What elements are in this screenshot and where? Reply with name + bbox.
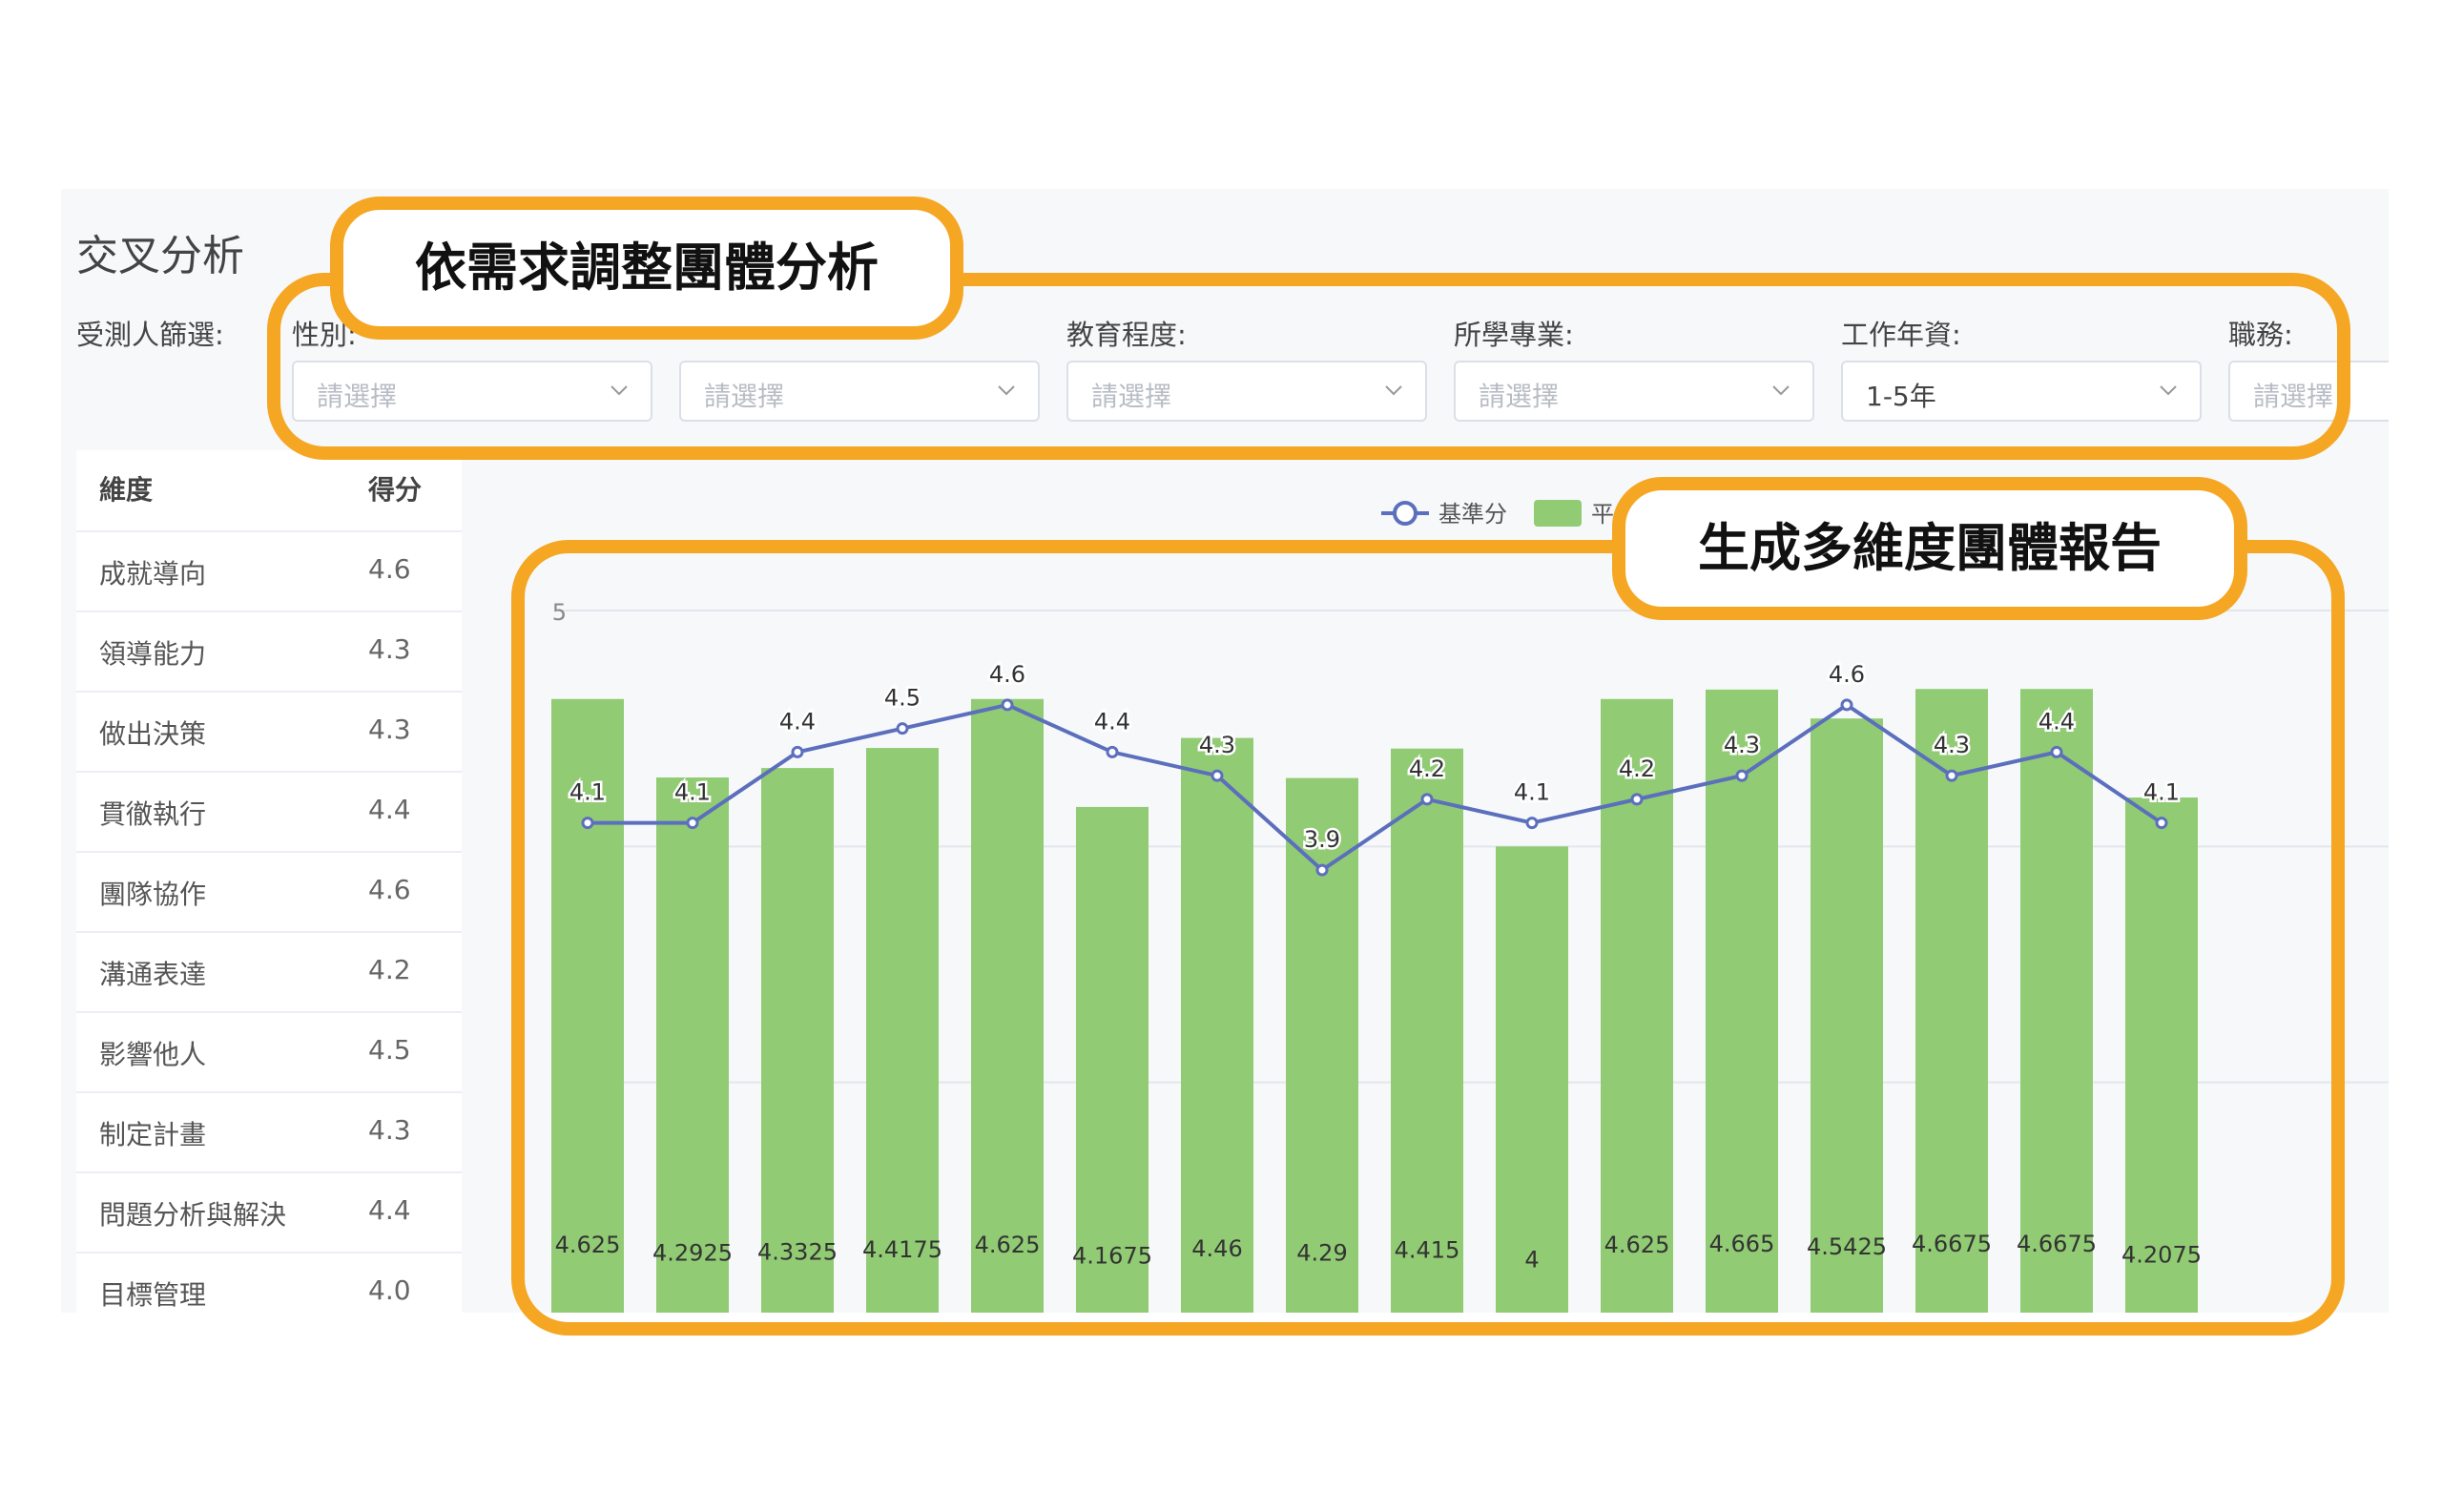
report-callout: 生成多維度團體報告 — [1612, 477, 2247, 620]
legend-bar-swatch — [1534, 500, 1582, 527]
table-row: 貫徹執行 4.4 — [76, 771, 462, 851]
score-cell: 4.3 — [368, 633, 411, 665]
legend-line-marker — [1393, 501, 1418, 526]
dimension-cell: 溝通表達 — [99, 959, 207, 990]
dimension-cell: 成就導向 — [99, 558, 207, 590]
score-cell: 4.6 — [368, 874, 411, 905]
score-cell: 4.6 — [368, 553, 411, 585]
score-cell: 4.3 — [368, 1114, 411, 1146]
dimension-column-header: 維度 — [99, 474, 154, 506]
score-column-header: 得分 — [368, 474, 423, 506]
table-row: 領導能力 4.3 — [76, 611, 462, 691]
table-row: 制定計畫 4.3 — [76, 1091, 462, 1171]
score-cell: 4.2 — [368, 954, 411, 985]
dimension-cell: 貫徹執行 — [99, 798, 207, 830]
legend-label: 基準分 — [1438, 501, 1507, 528]
table-row: 成就導向 4.6 — [76, 530, 462, 611]
dimension-cell: 制定計畫 — [99, 1119, 207, 1150]
table-row: 團隊協作 4.6 — [76, 851, 462, 931]
score-cell: 4.3 — [368, 714, 411, 745]
legend-label: 平 — [1591, 501, 1614, 528]
score-cell: 4.4 — [368, 794, 411, 825]
dimension-cell: 問題分析與解決 — [99, 1199, 287, 1231]
dimension-cell: 做出決策 — [99, 718, 207, 750]
dimension-score-table: 維度 得分 成就導向 4.6 領導能力 4.3 做出決策 4.3 貫徹執行 4.… — [76, 450, 462, 1313]
filter-callout: 依需求調整團體分析 — [330, 197, 963, 340]
page-title: 交叉分析 — [76, 232, 244, 280]
table-row: 溝通表達 4.2 — [76, 931, 462, 1011]
dimension-cell: 領導能力 — [99, 638, 207, 670]
score-cell: 4.4 — [368, 1194, 411, 1226]
dimension-cell: 影響他人 — [99, 1039, 207, 1070]
chart-highlight-frame — [511, 540, 2345, 1336]
dimension-cell: 目標管理 — [99, 1279, 207, 1311]
table-row: 影響他人 4.5 — [76, 1011, 462, 1091]
table-row: 問題分析與解決 4.4 — [76, 1171, 462, 1252]
table-row: 做出決策 4.3 — [76, 691, 462, 771]
table-row: 目標管理 4.0 — [76, 1252, 462, 1313]
score-cell: 4.5 — [368, 1034, 411, 1066]
respondent-filter-label: 受測人篩選: — [76, 319, 224, 351]
score-cell: 4.0 — [368, 1274, 411, 1306]
dimension-cell: 團隊協作 — [99, 879, 207, 910]
